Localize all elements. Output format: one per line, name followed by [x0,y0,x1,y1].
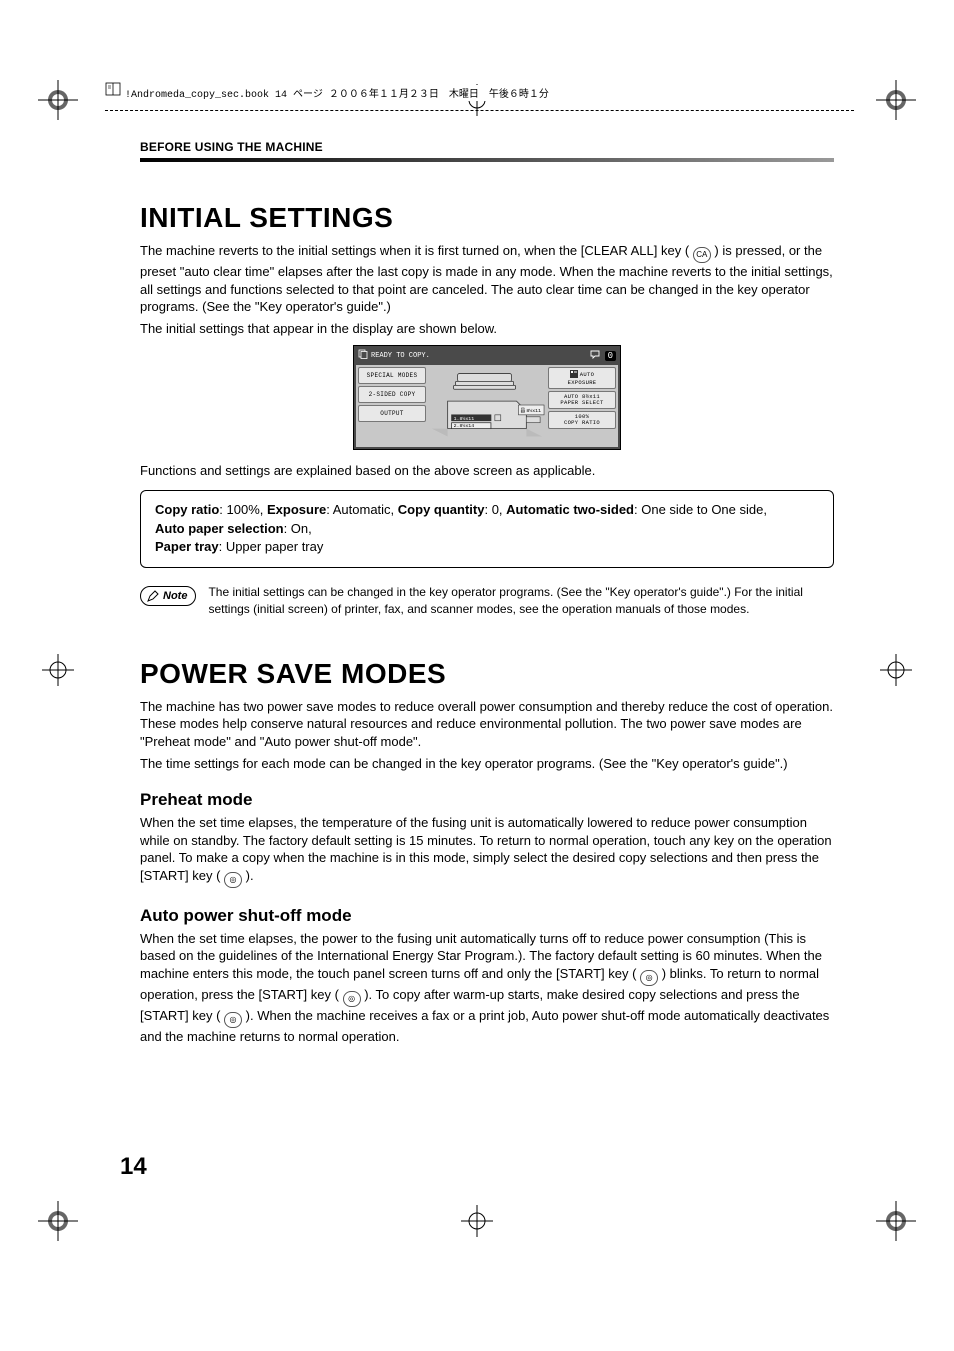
section-header: BEFORE USING THE MACHINE [140,140,834,154]
lcd-special-modes-button[interactable]: SPECIAL MODES [358,367,426,384]
initial-settings-title: INITIAL SETTINGS [140,202,834,234]
lcd-paper-select-button[interactable]: AUTO 8½x11 PAPER SELECT [548,391,616,409]
content-area: BEFORE USING THE MACHINE INITIAL SETTING… [140,90,834,1049]
crop-mark-icon [876,1201,916,1241]
start-key-icon: ◎ [224,872,242,888]
crop-mark-icon [457,1201,497,1241]
note-text: The initial settings can be changed in t… [208,584,834,618]
text: The machine reverts to the initial setti… [140,243,689,258]
crop-mark-icon [876,80,916,120]
crop-mark-icon [38,80,78,120]
auto-shutoff-heading: Auto power shut-off mode [140,906,834,926]
start-key-icon: ◎ [640,970,658,986]
note-row: Note The initial settings can be changed… [140,584,834,618]
note-label: Note [163,590,187,602]
preheat-heading: Preheat mode [140,790,834,810]
start-key-icon: ◎ [343,991,361,1007]
copy-mode-icon [358,349,368,362]
book-icon [105,81,121,97]
lcd-original-size: 8½x11 [526,408,541,414]
power-save-p1: The machine has two power save modes to … [140,698,834,751]
preheat-paragraph: When the set time elapses, the temperatu… [140,814,834,888]
page: !Andromeda_copy_sec.book 14 ページ ２００６年１１月… [0,0,954,1351]
label: Automatic two-sided [506,502,634,517]
lcd-ready-text: READY TO COPY. [371,352,430,360]
page-number: 14 [120,1153,147,1181]
interrupt-icon [589,349,601,362]
initial-settings-values-box: Copy ratio: 100%, Exposure: Automatic, C… [140,490,834,569]
start-key-icon: ◎ [224,1012,242,1028]
section-rule [140,158,834,162]
lcd-screenshot: READY TO COPY. 0 SPECIAL MODES 2-SIDED C… [353,345,621,450]
lcd-output-button[interactable]: OUTPUT [358,405,426,422]
initial-settings-p2: The initial settings that appear in the … [140,320,834,338]
label: Auto paper selection [155,521,284,536]
auto-shutoff-paragraph: When the set time elapses, the power to … [140,930,834,1046]
clear-all-key-icon: CA [693,247,711,263]
svg-text:昌: 昌 [520,408,525,414]
crop-mark-icon [38,1201,78,1241]
label: Copy ratio [155,502,219,517]
power-save-title: POWER SAVE MODES [140,658,834,690]
lcd-2sided-copy-button[interactable]: 2-SIDED COPY [358,386,426,403]
lcd-tray-2: 2.8½x14 [454,423,475,429]
lcd-tray-1: 1.8½x11 [454,416,475,422]
initial-settings-p1: The machine reverts to the initial setti… [140,242,834,316]
crop-mark-icon [38,650,78,690]
power-save-p2: The time settings for each mode can be c… [140,755,834,773]
label: Copy quantity [398,502,485,517]
note-badge: Note [140,586,196,606]
initial-settings-after-lcd: Functions and settings are explained bas… [140,462,834,480]
lcd-preview-area: 昌 8½x11 1.8½x11 2.8½x14 [428,367,546,445]
lcd-copy-ratio-button[interactable]: 100% COPY RATIO [548,411,616,429]
lcd-copy-counter: 0 [605,351,616,361]
label: Exposure [267,502,326,517]
crop-mark-icon [876,650,916,690]
lcd-exposure-button[interactable]: AUTO EXPOSURE [548,367,616,389]
label: Paper tray [155,539,219,554]
pencil-icon [147,590,159,602]
